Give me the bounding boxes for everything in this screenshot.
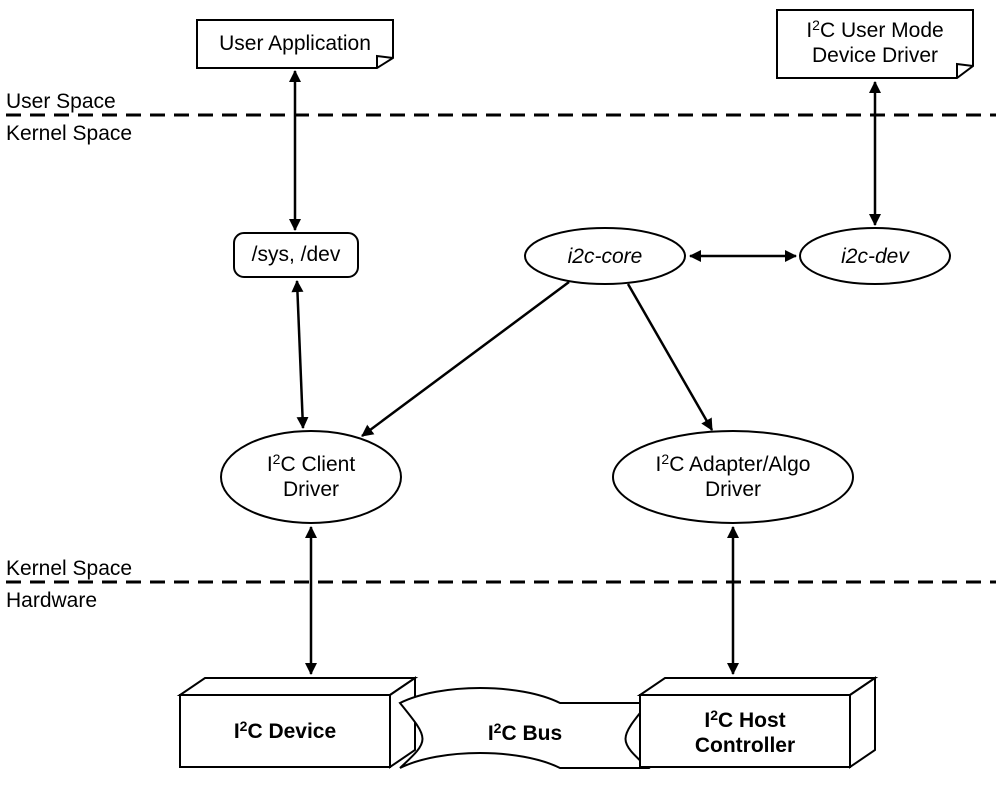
- label-kernel-space-top: Kernel Space: [6, 122, 132, 145]
- host-controller-label2: Controller: [695, 734, 795, 757]
- label-user-space: User Space: [6, 90, 116, 113]
- node-user-application: User Application: [197, 20, 393, 68]
- node-user-mode-driver: I2C User Mode Device Driver: [777, 10, 973, 78]
- user-mode-driver-label2: Device Driver: [812, 44, 938, 67]
- node-adapter-driver: I2C Adapter/Algo Driver: [613, 431, 853, 523]
- user-application-label: User Application: [219, 32, 371, 55]
- adapter-driver-label2: Driver: [705, 478, 761, 501]
- node-i2c-dev: i2c-dev: [800, 228, 950, 284]
- diagram-canvas: User Space Kernel Space Kernel Space Har…: [0, 0, 1002, 802]
- arrow-sysdev-client: [297, 281, 303, 428]
- i2c-dev-label: i2c-dev: [841, 245, 910, 268]
- arrow-core-client: [362, 282, 569, 436]
- node-i2c-device: I2C Device: [180, 678, 415, 767]
- node-i2c-core: i2c-core: [525, 228, 685, 284]
- user-mode-driver-label1: I2C User Mode: [806, 17, 943, 42]
- label-kernel-space-bottom: Kernel Space: [6, 557, 132, 580]
- label-hardware: Hardware: [6, 589, 97, 612]
- arrow-core-adapter: [628, 284, 712, 430]
- node-i2c-bus: I2C Bus: [400, 688, 648, 768]
- node-host-controller: I2C Host Controller: [640, 678, 875, 767]
- i2c-device-label: I2C Device: [234, 718, 336, 743]
- client-driver-label2: Driver: [283, 478, 339, 501]
- node-client-driver: I2C Client Driver: [221, 431, 401, 523]
- client-driver-label1: I2C Client: [267, 451, 355, 476]
- node-sys-dev: /sys, /dev: [234, 233, 358, 277]
- sys-dev-label: /sys, /dev: [252, 243, 341, 266]
- adapter-driver-label1: I2C Adapter/Algo: [656, 451, 811, 476]
- i2c-core-label: i2c-core: [568, 245, 643, 268]
